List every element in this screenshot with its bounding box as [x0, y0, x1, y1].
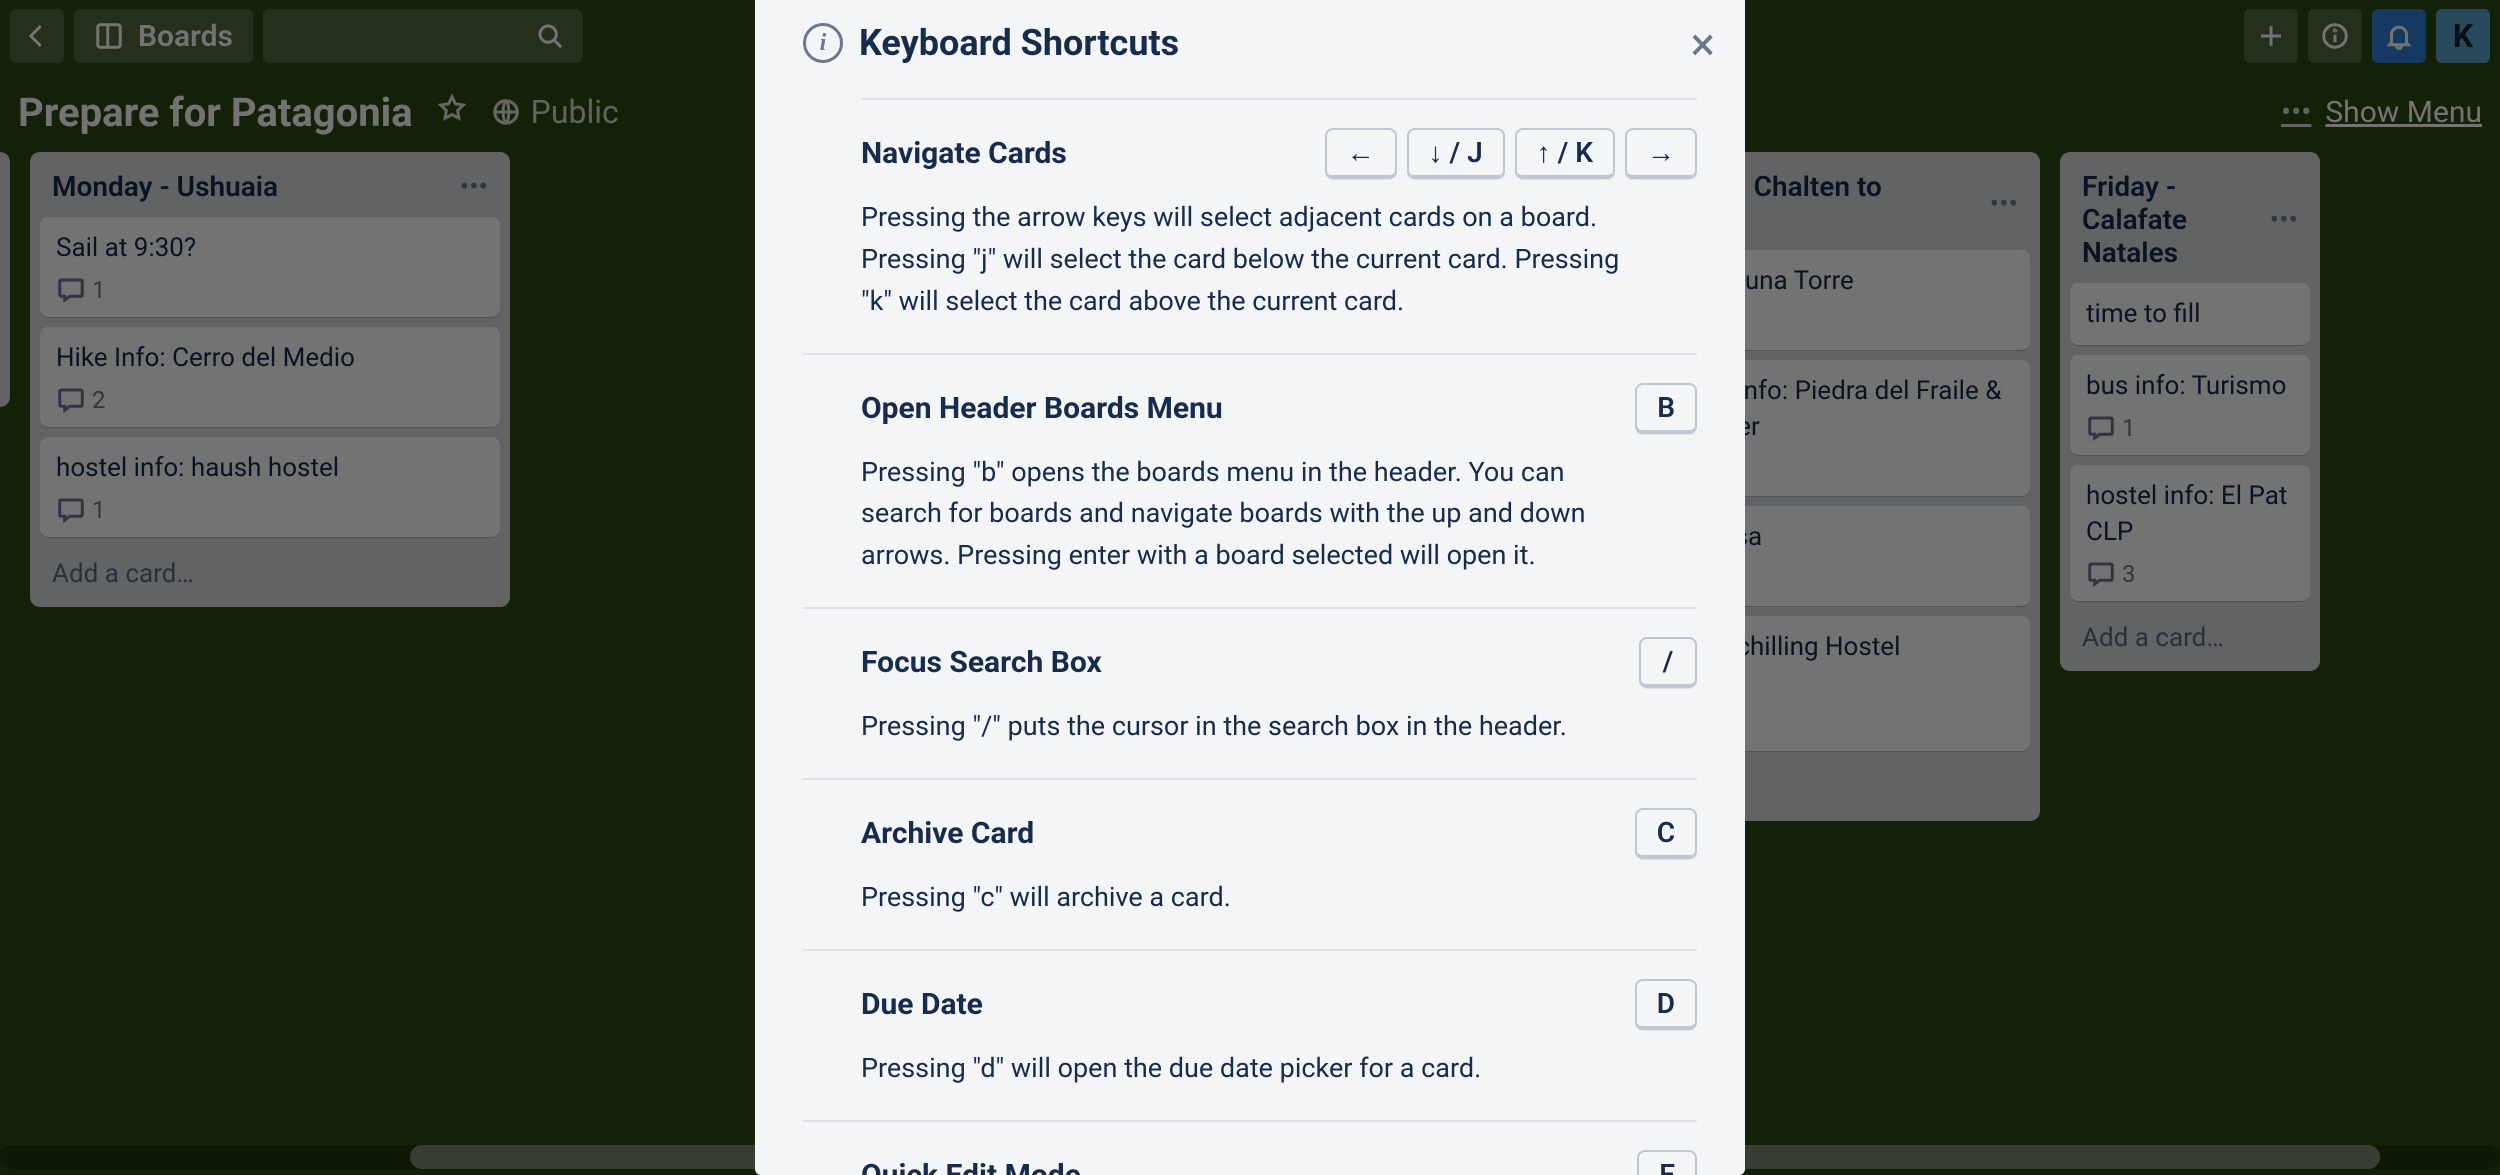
shortcut-section: Archive Card C Pressing "c" will archive a…: [803, 780, 1697, 951]
section-description: Pressing "c" will archive a card.: [861, 877, 1651, 919]
modal-title: Keyboard Shortcuts: [859, 22, 1179, 64]
section-description: Pressing "b" opens the boards menu in th…: [861, 452, 1651, 578]
key-list: D: [1635, 979, 1697, 1030]
modal-header: i Keyboard Shortcuts: [803, 0, 1697, 98]
shortcut-section: Quick Edit Mode E: [803, 1122, 1697, 1175]
shortcut-section: Open Header Boards Menu B Pressing "b" ope…: [803, 355, 1697, 610]
key-list: /: [1639, 637, 1697, 688]
section-header: Archive Card C: [861, 808, 1697, 859]
key-list: C: [1635, 808, 1697, 859]
section-header: Quick Edit Mode E: [861, 1150, 1697, 1175]
section-header: Due Date D: [861, 979, 1697, 1030]
keycap: ↑ / K: [1515, 128, 1615, 179]
section-title: Due Date: [861, 987, 983, 1022]
section-header: Navigate Cards ←↓ / J↑ / K→: [861, 128, 1697, 179]
close-button[interactable]: ×: [1690, 22, 1715, 68]
keyboard-shortcuts-modal: i Keyboard Shortcuts × Navigate Cards ←↓ …: [755, 0, 1745, 1175]
section-title: Archive Card: [861, 816, 1034, 851]
section-title: Quick Edit Mode: [861, 1158, 1081, 1175]
keycap: C: [1635, 808, 1697, 859]
section-title: Navigate Cards: [861, 136, 1067, 171]
keycap: ↓ / J: [1407, 128, 1505, 179]
info-circle-icon: i: [803, 23, 843, 63]
keycap: D: [1635, 979, 1697, 1030]
keycap: E: [1637, 1150, 1697, 1175]
keycap: B: [1635, 383, 1697, 434]
key-list: ←↓ / J↑ / K→: [1325, 128, 1698, 179]
section-header: Open Header Boards Menu B: [861, 383, 1697, 434]
shortcut-section: Due Date D Pressing "d" will open the due …: [803, 951, 1697, 1122]
section-title: Open Header Boards Menu: [861, 391, 1223, 426]
keycap: →: [1625, 128, 1697, 179]
close-icon: ×: [1690, 18, 1715, 72]
shortcut-section: Navigate Cards ←↓ / J↑ / K→ Pressing the a…: [803, 100, 1697, 355]
keycap: /: [1639, 637, 1697, 688]
section-title: Focus Search Box: [861, 645, 1102, 680]
shortcut-section: Focus Search Box / Pressing "/" puts the c…: [803, 609, 1697, 780]
section-description: Pressing "/" puts the cursor in the sear…: [861, 706, 1651, 748]
key-list: E: [1637, 1150, 1697, 1175]
section-header: Focus Search Box /: [861, 637, 1697, 688]
section-description: Pressing the arrow keys will select adja…: [861, 197, 1651, 323]
key-list: B: [1635, 383, 1697, 434]
section-description: Pressing "d" will open the due date pick…: [861, 1048, 1651, 1090]
keycap: ←: [1325, 128, 1397, 179]
